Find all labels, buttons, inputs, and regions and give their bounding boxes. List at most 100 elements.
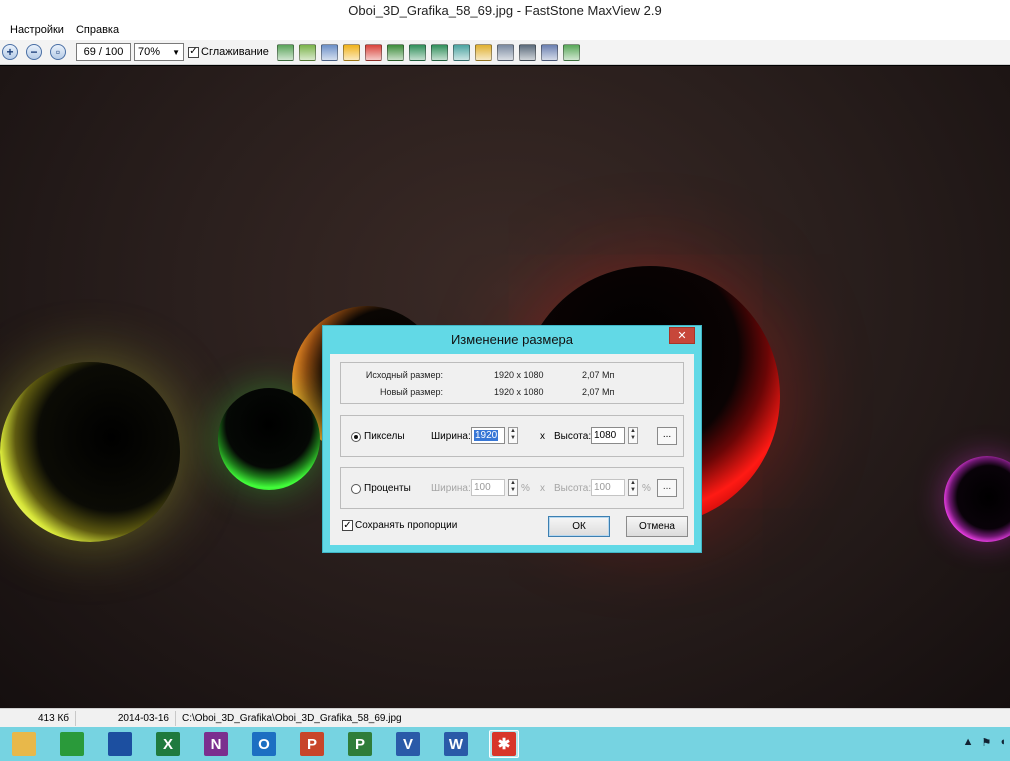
taskbar-onenote[interactable]: N — [201, 730, 231, 758]
taskbar-save-disk[interactable] — [105, 730, 135, 758]
close-icon[interactable]: ✕ — [669, 327, 695, 344]
outlook-icon: O — [252, 732, 276, 756]
keep-ratio-checkbox[interactable]: ✓ — [342, 520, 353, 531]
tray-arrow-icon[interactable]: ▲ — [963, 736, 974, 749]
radio-selected-dot — [354, 435, 358, 439]
taskbar-powerpoint[interactable]: P — [297, 730, 327, 758]
image-ball-green — [218, 388, 320, 490]
system-tray: ▲ ⚑ ◖ — [963, 736, 1006, 749]
dialog-title: Изменение размера — [450, 332, 574, 347]
store-icon — [60, 732, 84, 756]
file-path: C:\Oboi_3D_Grafika\Oboi_3D_Grafika_58_69… — [182, 712, 402, 724]
taskbar-apps: X N O P P V W ✱ — [0, 730, 528, 758]
percent-group: Проценты Ширина: 100 ▲ ▼ % x Высота: 100 … — [340, 467, 684, 509]
taskbar-faststone[interactable]: ✱ — [489, 730, 519, 758]
pixel-height-spinner[interactable]: ▲ ▼ — [628, 427, 638, 444]
settings-icon[interactable] — [562, 43, 580, 61]
keep-ratio-toggle[interactable]: ✓ Сохранять пропорции — [342, 520, 457, 531]
zoom-fit-icon[interactable]: ▫ — [50, 44, 66, 60]
taskbar: X N O P P V W ✱ ▲ ⚑ ◖ — [0, 727, 1010, 761]
pixel-width-input[interactable]: 1920 — [471, 427, 505, 444]
pixel-height-input[interactable]: 1080 — [591, 427, 625, 444]
zoom-in-icon[interactable]: + — [2, 44, 18, 60]
word-icon: W — [444, 732, 468, 756]
pixels-radio[interactable] — [351, 432, 361, 442]
status-bar: 413 Кб 2014-03-16 13:56:32 C:\Oboi_3D_Gr… — [0, 708, 1010, 739]
pixels-group: Пикселы Ширина: 1920 ▲ ▼ x Высота: 1080 ▲… — [340, 415, 684, 457]
file-date: 2014-03-16 13:56:32 — [76, 710, 176, 739]
pixel-height-label: Высота: — [554, 431, 592, 442]
percent-width-input[interactable]: 100 — [471, 479, 505, 496]
cancel-button[interactable]: Отмена — [626, 516, 688, 537]
sharpen-icon[interactable] — [386, 43, 404, 61]
new-size-label: Новый размер: — [379, 387, 443, 397]
compare-icon[interactable] — [320, 43, 338, 61]
zoom-out-icon[interactable]: − — [26, 44, 42, 60]
file-size: 413 Кб — [0, 710, 76, 726]
taskbar-store[interactable] — [57, 730, 87, 758]
pixel-width-value: 1920 — [474, 430, 499, 441]
camera-icon[interactable] — [518, 43, 536, 61]
menu-settings[interactable]: Настройки — [4, 21, 70, 40]
resize-dialog: Изменение размера ✕ Исходный размер: 192… — [322, 325, 702, 553]
faststone-icon: ✱ — [492, 732, 516, 756]
taskbar-word[interactable]: W — [441, 730, 471, 758]
original-size-value: 1920 x 1080 — [494, 370, 544, 380]
image-info-icon[interactable] — [276, 43, 294, 61]
resize-icon[interactable] — [452, 43, 470, 61]
zoom-select[interactable]: 70% ▼ — [134, 43, 184, 61]
smoothing-label: Сглаживание — [201, 46, 269, 58]
excel-icon: X — [156, 732, 180, 756]
visio-icon: V — [396, 732, 420, 756]
page-counter[interactable]: 69 / 100 — [76, 43, 131, 61]
colors-icon[interactable] — [364, 43, 382, 61]
percent-width-label: Ширина: — [431, 483, 471, 494]
rotate-right-icon[interactable] — [430, 43, 448, 61]
file-explorer-icon — [12, 732, 36, 756]
window-title: Oboi_3D_Grafika_58_69.jpg - FastStone Ma… — [0, 0, 1010, 21]
rotate-left-icon[interactable] — [408, 43, 426, 61]
image-ball-yellow — [0, 362, 180, 542]
powerpoint-icon: P — [300, 732, 324, 756]
onenote-icon: N — [204, 732, 228, 756]
percent-width-unit: % — [521, 483, 530, 494]
taskbar-file-explorer[interactable] — [9, 730, 39, 758]
tool-icons — [276, 43, 585, 61]
percent-label: Проценты — [364, 483, 411, 494]
smoothing-toggle[interactable]: ✓ Сглаживание — [188, 46, 269, 58]
new-size-value: 1920 x 1080 — [494, 387, 544, 397]
taskbar-outlook[interactable]: O — [249, 730, 279, 758]
original-megapixels: 2,07 Мп — [582, 370, 615, 380]
taskbar-excel[interactable]: X — [153, 730, 183, 758]
new-megapixels: 2,07 Мп — [582, 387, 615, 397]
percent-preset-button[interactable]: ... — [657, 479, 677, 497]
taskbar-project[interactable]: P — [345, 730, 375, 758]
ok-button[interactable]: ОК — [548, 516, 610, 537]
menu-bar: Настройки Справка — [0, 21, 1010, 40]
original-size-label: Исходный размер: — [365, 370, 443, 380]
percent-width-spinner[interactable]: ▲ ▼ — [508, 479, 518, 496]
email-icon[interactable] — [474, 43, 492, 61]
save-disk-icon — [108, 732, 132, 756]
volume-icon[interactable]: ◖ — [999, 736, 1006, 749]
size-info-group: Исходный размер: 1920 x 1080 2,07 Мп Нов… — [340, 362, 684, 404]
pixel-preset-button[interactable]: ... — [657, 427, 677, 445]
percent-x-separator: x — [540, 483, 545, 494]
percent-height-unit: % — [642, 483, 651, 494]
menu-help[interactable]: Справка — [70, 21, 125, 40]
smoothing-checkbox[interactable]: ✓ — [188, 46, 199, 58]
pixel-x-separator: x — [540, 431, 545, 442]
brightness-icon[interactable] — [342, 43, 360, 61]
taskbar-visio[interactable]: V — [393, 730, 423, 758]
wallpaper-icon[interactable] — [540, 43, 558, 61]
print-icon[interactable] — [496, 43, 514, 61]
percent-height-input[interactable]: 100 — [591, 479, 625, 496]
dialog-body: Исходный размер: 1920 x 1080 2,07 Мп Нов… — [330, 354, 694, 545]
pixel-width-spinner[interactable]: ▲ ▼ — [508, 427, 518, 444]
percent-height-spinner[interactable]: ▲ ▼ — [628, 479, 638, 496]
slideshow-icon[interactable] — [298, 43, 316, 61]
project-icon: P — [348, 732, 372, 756]
tray-flag-icon[interactable]: ⚑ — [981, 736, 991, 749]
zoom-value: 70% — [138, 46, 161, 58]
percent-radio[interactable] — [351, 484, 361, 494]
